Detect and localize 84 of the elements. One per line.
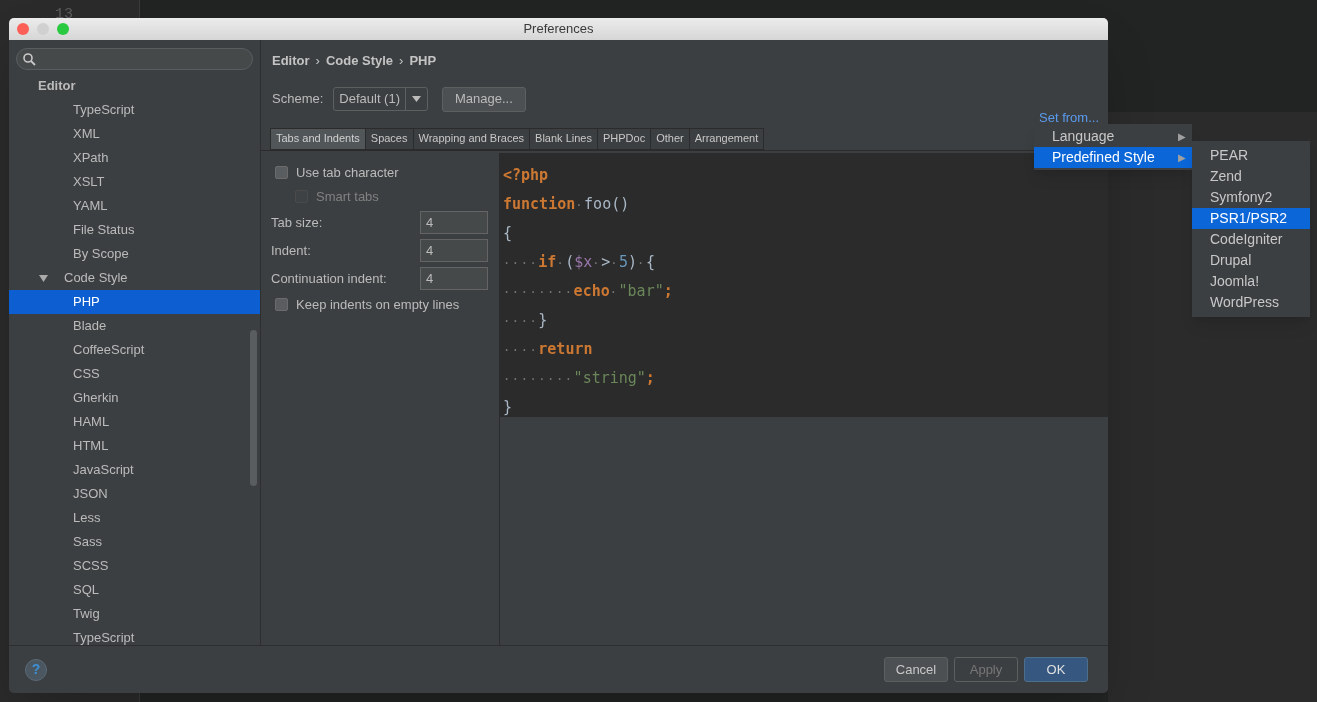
window-title: Preferences	[523, 20, 594, 39]
close-button[interactable]	[17, 23, 29, 35]
search-field[interactable]	[16, 48, 253, 70]
code-line: ····return	[503, 338, 594, 360]
sidebar-item[interactable]: File Status	[9, 218, 260, 242]
checkbox[interactable]	[275, 166, 288, 179]
breadcrumb-item[interactable]: PHP	[409, 51, 437, 71]
sidebar-item[interactable]: JSON	[9, 482, 260, 506]
breadcrumb-separator: ›	[399, 52, 404, 70]
field-label: Continuation indent:	[271, 269, 387, 288]
submenu-arrow: ▶	[1178, 130, 1186, 144]
tab[interactable]: PHPDoc	[596, 127, 652, 150]
code-line: <?php	[503, 164, 550, 186]
sidebar-item[interactable]: YAML	[9, 194, 260, 218]
checkbox-label: Smart tabs	[316, 187, 379, 206]
scheme-label: Scheme:	[272, 90, 324, 109]
sidebar-item[interactable]: HAML	[9, 410, 260, 434]
field-label: Indent:	[271, 241, 311, 260]
code-line: ········echo·"bar";	[503, 280, 674, 302]
menu-item[interactable]: Drupal	[1192, 250, 1310, 271]
tab[interactable]: Other	[650, 127, 690, 150]
search-icon	[23, 52, 36, 66]
sidebar-item[interactable]: Sass	[9, 530, 260, 554]
minimize-button[interactable]	[37, 23, 49, 35]
scheme-dropdown[interactable]: Default (1)	[333, 87, 428, 111]
code-line: ····}	[503, 309, 549, 331]
code-line: {	[503, 222, 514, 244]
breadcrumb-item[interactable]: Code Style	[325, 51, 394, 71]
tab[interactable]: Arrangement	[688, 127, 765, 150]
sidebar-item[interactable]: By Scope	[9, 242, 260, 266]
sidebar-item[interactable]: CSS	[9, 362, 260, 386]
sidebar-item[interactable]: PHP	[9, 290, 260, 314]
set-from-link[interactable]: Set from...	[1039, 109, 1099, 126]
checkbox[interactable]	[275, 298, 288, 311]
menu-item[interactable]: PEAR	[1192, 145, 1310, 166]
dialog-button[interactable]: Cancel	[884, 657, 948, 682]
expanded-arrow-icon[interactable]	[39, 273, 48, 283]
menu-item[interactable]: Predefined Style ▶	[1034, 147, 1192, 168]
tab[interactable]: Spaces	[364, 127, 414, 150]
tab[interactable]: Blank Lines	[529, 127, 598, 150]
sidebar-item[interactable]: SQL	[9, 578, 260, 602]
sidebar-item[interactable]: CoffeeScript	[9, 338, 260, 362]
scrollbar-thumb[interactable]	[250, 330, 257, 486]
breadcrumb-separator: ›	[315, 52, 320, 70]
menu-item[interactable]: Zend	[1192, 166, 1310, 187]
caret-icon	[412, 96, 421, 102]
zoom-button[interactable]	[57, 23, 69, 35]
manage-button[interactable]: Manage...	[442, 86, 526, 112]
sidebar-item[interactable]: XPath	[9, 146, 260, 170]
sidebar-item[interactable]: Less	[9, 506, 260, 530]
sidebar-item[interactable]: HTML	[9, 434, 260, 458]
code-line: }	[503, 396, 514, 418]
checkbox-label: Keep indents on empty lines	[296, 295, 460, 314]
sidebar-item[interactable]: Blade	[9, 314, 260, 338]
menu-item[interactable]: PSR1/PSR2	[1192, 208, 1310, 229]
tab[interactable]: Tabs and Indents	[270, 127, 366, 150]
tab[interactable]: Wrapping and Braces	[412, 127, 531, 150]
sidebar-item[interactable]: TypeScript	[9, 98, 260, 122]
sidebar-item[interactable]: Code Style	[9, 266, 260, 290]
sidebar-item[interactable]: XSLT	[9, 170, 260, 194]
sidebar-item[interactable]: XML	[9, 122, 260, 146]
checkbox-label: Use tab character	[296, 163, 399, 182]
dialog-button[interactable]: OK	[1024, 657, 1088, 682]
dialog-button: Apply	[954, 657, 1018, 682]
sidebar-item[interactable]: Gherkin	[9, 386, 260, 410]
menu-item[interactable]: Joomla!	[1192, 271, 1310, 292]
sidebar-item[interactable]: SCSS	[9, 554, 260, 578]
sidebar-item[interactable]: JavaScript	[9, 458, 260, 482]
menu-item[interactable]: WordPress	[1192, 292, 1310, 313]
breadcrumb-item[interactable]: Editor	[272, 51, 310, 71]
menu-item[interactable]: Symfony2	[1192, 187, 1310, 208]
code-line: ····if·($x·>·5)·{	[503, 251, 656, 273]
input-field[interactable]: 4	[420, 239, 488, 262]
sidebar-item[interactable]: Editor	[9, 74, 260, 98]
field-label: Tab size:	[271, 213, 323, 232]
code-line: ········"string";	[503, 367, 656, 389]
code-line: function·foo()	[503, 193, 631, 215]
menu-item[interactable]: Language ▶	[1034, 126, 1192, 147]
menu-item[interactable]: CodeIgniter	[1192, 229, 1310, 250]
sidebar-item[interactable]: TypeScript	[9, 626, 260, 645]
input-field[interactable]: 4	[420, 267, 488, 290]
submenu-arrow: ▶	[1178, 151, 1186, 165]
sidebar-item[interactable]: Twig	[9, 602, 260, 626]
input-field[interactable]: 4	[420, 211, 488, 234]
